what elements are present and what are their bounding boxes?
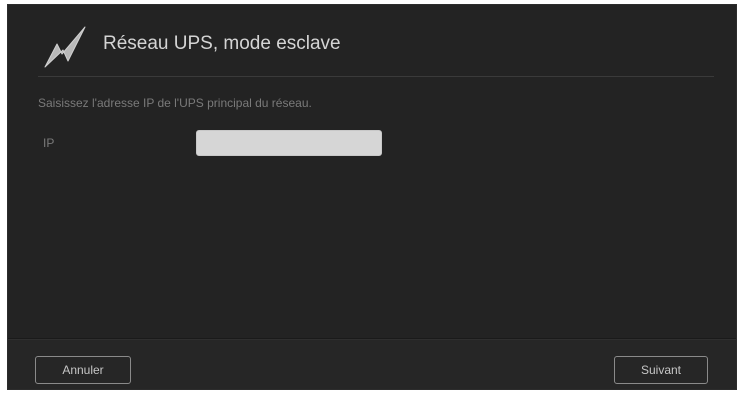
ip-label: IP [43,136,55,150]
cancel-button[interactable]: Annuler [35,356,131,384]
instruction-text: Saisissez l'adresse IP de l'UPS principa… [38,96,312,110]
dialog-header: Réseau UPS, mode esclave [8,5,736,77]
dialog-footer: Annuler Suivant [8,340,736,389]
dialog-title: Réseau UPS, mode esclave [103,33,341,54]
ip-address-input[interactable] [196,130,382,156]
header-divider [38,76,714,77]
ups-slave-mode-dialog: Réseau UPS, mode esclave Saisissez l'adr… [7,4,737,390]
lightning-bolt-icon [40,23,88,71]
next-button[interactable]: Suivant [614,356,708,384]
footer-divider [8,338,736,339]
